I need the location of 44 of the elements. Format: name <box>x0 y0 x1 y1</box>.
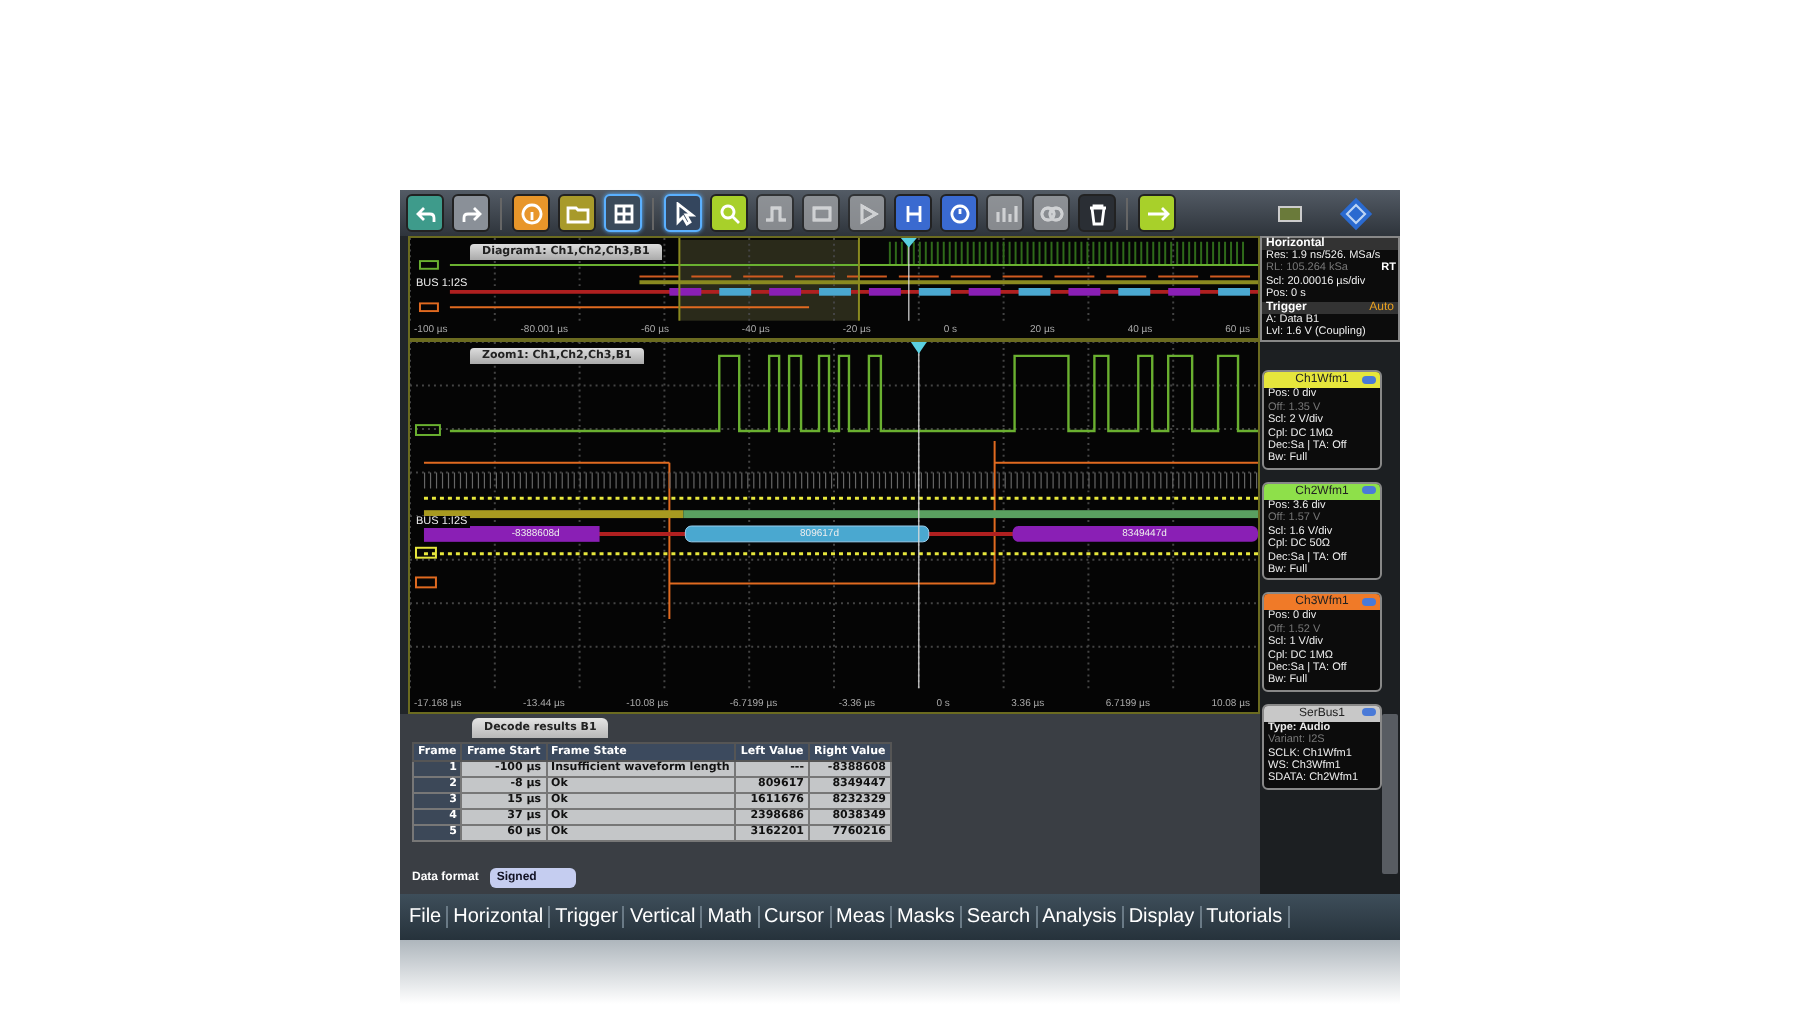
logo-icon <box>1338 195 1374 231</box>
redo-icon <box>459 201 483 225</box>
help-icon <box>519 201 543 225</box>
monitor-icon[interactable] <box>1278 205 1302 221</box>
menu-item[interactable]: Masks <box>891 906 962 928</box>
rings-icon <box>1039 201 1063 225</box>
undo-icon <box>413 201 437 225</box>
toolbar-button[interactable] <box>406 194 444 232</box>
menu-item[interactable]: Display <box>1123 906 1202 928</box>
menu-item[interactable]: Horizontal <box>448 906 551 928</box>
menu-item[interactable]: Trigger <box>550 906 625 928</box>
toolbar-button[interactable] <box>558 194 596 232</box>
bars-icon <box>993 201 1017 225</box>
collapse-icon[interactable] <box>1362 486 1376 495</box>
menu-item[interactable]: Tutorials <box>1201 906 1290 928</box>
menu-item[interactable]: Vertical <box>624 906 703 928</box>
search-icon <box>717 201 741 225</box>
grid-icon <box>611 201 635 225</box>
rectangle-icon <box>809 201 833 225</box>
toolbar-button[interactable] <box>512 194 550 232</box>
toolbar-button[interactable] <box>940 194 978 232</box>
cursor-lines-icon <box>901 201 925 225</box>
toolbar-button[interactable] <box>894 194 932 232</box>
collapse-icon[interactable] <box>1362 375 1376 384</box>
triangle-icon <box>855 201 879 225</box>
menu-item[interactable]: File <box>404 906 449 928</box>
folder-icon <box>565 201 589 225</box>
menu-item[interactable]: Meas <box>831 906 892 928</box>
pointer-icon <box>671 201 695 225</box>
toolbar-button[interactable] <box>664 194 702 232</box>
menu-item[interactable]: Cursor <box>759 906 832 928</box>
trash-icon <box>1085 201 1109 225</box>
menu-item[interactable]: Math <box>702 906 759 928</box>
arrow-line-icon <box>1145 201 1169 225</box>
scrollbar[interactable] <box>1382 714 1398 874</box>
menu-item[interactable]: Search <box>961 906 1038 928</box>
toolbar-button[interactable] <box>1138 194 1176 232</box>
toolbar-button[interactable] <box>604 194 642 232</box>
timer-icon <box>947 201 971 225</box>
toolbar-button[interactable] <box>452 194 490 232</box>
menu-item[interactable]: Analysis <box>1037 906 1124 928</box>
square-wave-icon <box>763 201 787 225</box>
toolbar-button[interactable] <box>1078 194 1116 232</box>
toolbar-button[interactable] <box>710 194 748 232</box>
